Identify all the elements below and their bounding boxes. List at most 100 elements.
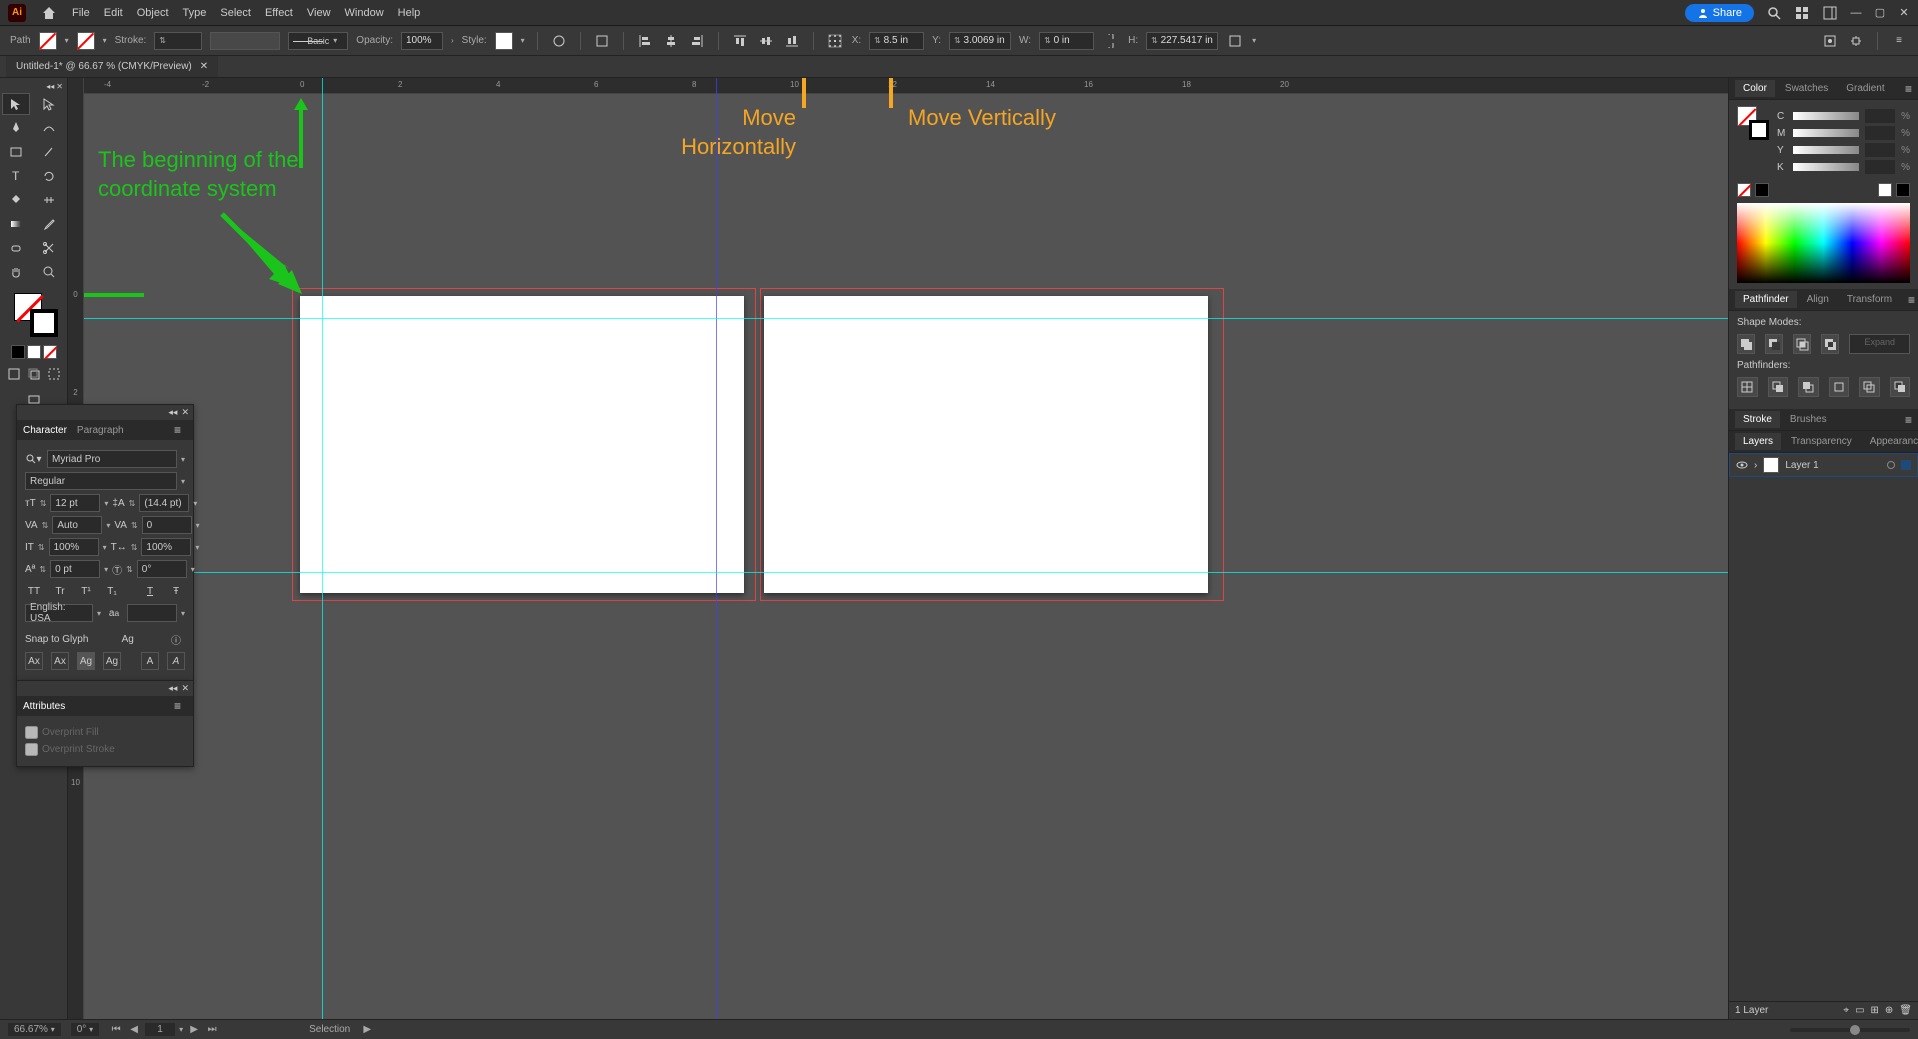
pf-exclude-icon[interactable] xyxy=(1821,334,1839,354)
canvas[interactable]: -4 -2 0 2 4 6 8 10 12 14 16 18 20 The be… xyxy=(84,78,1728,1019)
tab-transform[interactable]: Transform xyxy=(1839,291,1900,308)
y-input[interactable]: ⇅ 3.0069 in xyxy=(949,32,1011,50)
draw-normal-icon[interactable] xyxy=(5,365,23,383)
align-right-icon[interactable] xyxy=(688,32,706,50)
layers-new-sub-icon[interactable]: ⊞ xyxy=(1871,1005,1879,1016)
rotate-tool[interactable] xyxy=(35,165,63,187)
panel-collapse-icon[interactable]: ◂◂ xyxy=(168,407,177,418)
workspace-icon[interactable] xyxy=(1822,5,1838,21)
allcaps-icon[interactable]: TT xyxy=(25,582,43,600)
strikethrough-icon[interactable]: Ŧ xyxy=(167,582,185,600)
tab-stroke[interactable]: Stroke xyxy=(1735,411,1780,428)
black-swatch[interactable] xyxy=(1755,183,1769,197)
stroke-weight-input[interactable]: ⇅ xyxy=(154,32,202,50)
panel-menu-icon[interactable]: ≡ xyxy=(1899,82,1918,96)
anti-alias-icon[interactable]: aa xyxy=(105,604,123,622)
align-to-icon[interactable] xyxy=(593,32,611,50)
pf-outline-icon[interactable] xyxy=(1859,377,1880,397)
y-value[interactable] xyxy=(1865,143,1895,157)
paintbrush-tool[interactable] xyxy=(35,141,63,163)
layers-collect-icon[interactable]: ▭ xyxy=(1855,1005,1864,1016)
pf-minus-front-icon[interactable] xyxy=(1765,334,1783,354)
chevron-down-icon[interactable]: ▾ xyxy=(181,455,185,464)
chevron-down-icon[interactable]: ▾ xyxy=(521,36,525,45)
menu-effect[interactable]: Effect xyxy=(265,7,293,19)
none-swatch[interactable] xyxy=(1737,183,1751,197)
minimize-icon[interactable]: — xyxy=(1850,7,1862,19)
rotate-view[interactable]: 0° ▾ xyxy=(71,1023,99,1036)
tracking-input[interactable]: 0 xyxy=(142,516,192,534)
menu-file[interactable]: File xyxy=(72,7,90,19)
tab-gradient[interactable]: Gradient xyxy=(1838,80,1892,97)
align-left-icon[interactable] xyxy=(636,32,654,50)
layers-locate-icon[interactable]: ⌖ xyxy=(1843,1005,1849,1016)
panel-collapse-icon[interactable]: ◂◂ xyxy=(168,683,177,694)
layers-delete-icon[interactable]: 🗑 xyxy=(1899,1005,1912,1016)
tab-paragraph[interactable]: Paragraph xyxy=(77,425,124,436)
tab-color[interactable]: Color xyxy=(1735,80,1775,97)
align-bottom-icon[interactable] xyxy=(783,32,801,50)
menu-object[interactable]: Object xyxy=(137,7,169,19)
overprint-stroke-checkbox[interactable] xyxy=(25,743,38,756)
layers-new-icon[interactable]: ⊕ xyxy=(1885,1005,1893,1016)
menu-type[interactable]: Type xyxy=(183,7,207,19)
link-wh-icon[interactable] xyxy=(1102,32,1120,50)
w-input[interactable]: ⇅ 0 in xyxy=(1039,32,1094,50)
pf-merge-icon[interactable] xyxy=(1798,377,1819,397)
draw-inside-icon[interactable] xyxy=(45,365,63,383)
status-play-icon[interactable]: ▶ xyxy=(360,1023,374,1037)
zoom-level[interactable]: 66.67% ▾ xyxy=(8,1023,61,1036)
eraser-tool[interactable] xyxy=(2,237,30,259)
font-family-input[interactable]: Myriad Pro xyxy=(47,450,177,468)
chevron-down-icon[interactable]: ▾ xyxy=(65,36,69,45)
align-to-pixel-icon[interactable] xyxy=(1847,32,1865,50)
shape-props-icon[interactable] xyxy=(1226,32,1244,50)
swatch-white[interactable] xyxy=(27,345,41,359)
pf-unite-icon[interactable] xyxy=(1737,334,1755,354)
arrange-docs-icon[interactable] xyxy=(1794,5,1810,21)
menu-help[interactable]: Help xyxy=(398,7,421,19)
panel-close-icon[interactable]: ✕ xyxy=(181,683,189,694)
type-tool[interactable]: T xyxy=(2,165,30,187)
black-swatch[interactable] xyxy=(1896,183,1910,197)
tab-pathfinder[interactable]: Pathfinder xyxy=(1735,291,1797,308)
home-icon[interactable] xyxy=(40,4,58,22)
c-slider[interactable] xyxy=(1793,112,1859,120)
chevron-right-icon[interactable]: › xyxy=(1754,460,1757,471)
info-icon[interactable]: ⓘ xyxy=(167,630,185,648)
subscript-icon[interactable]: T₁ xyxy=(103,582,121,600)
prev-artboard-icon[interactable]: ◀ xyxy=(127,1023,141,1037)
fill-stroke-mini[interactable] xyxy=(1737,106,1769,140)
pf-crop-icon[interactable] xyxy=(1829,377,1850,397)
swatch-black[interactable] xyxy=(11,345,25,359)
leading-input[interactable]: (14.4 pt) xyxy=(139,494,189,512)
fill-stroke-control[interactable] xyxy=(10,289,58,337)
menu-view[interactable]: View xyxy=(307,7,331,19)
hscale-input[interactable]: 100% xyxy=(141,538,191,556)
layer-target-icon[interactable] xyxy=(1887,461,1895,469)
layer-row[interactable]: › Layer 1 xyxy=(1729,453,1918,477)
eyedropper-tool[interactable] xyxy=(35,213,63,235)
tab-brushes[interactable]: Brushes xyxy=(1782,411,1835,428)
curvature-tool[interactable] xyxy=(35,117,63,139)
anti-alias-select[interactable] xyxy=(127,604,177,622)
chevron-down-icon[interactable]: ▾ xyxy=(103,36,107,45)
k-value[interactable] xyxy=(1865,160,1895,174)
style-swatch[interactable] xyxy=(495,32,513,50)
snap-proximity-icon[interactable]: Ag xyxy=(103,652,121,670)
snap-glyph-bounds-icon[interactable]: Ag xyxy=(77,652,95,670)
menu-select[interactable]: Select xyxy=(220,7,251,19)
panel-menu-icon[interactable]: ≡ xyxy=(1902,293,1918,307)
toolbox-close-icon[interactable]: ✕ xyxy=(56,82,63,91)
k-slider[interactable] xyxy=(1793,163,1859,171)
brush-select[interactable]: Basic▾ xyxy=(288,32,348,50)
y-slider[interactable] xyxy=(1793,146,1859,154)
layer-name[interactable]: Layer 1 xyxy=(1785,460,1818,471)
align-center-h-icon[interactable] xyxy=(662,32,680,50)
search-icon[interactable] xyxy=(1766,5,1782,21)
tab-align[interactable]: Align xyxy=(1799,291,1837,308)
opacity-input[interactable]: 100% xyxy=(401,32,443,50)
first-artboard-icon[interactable]: ⏮ xyxy=(109,1023,123,1037)
m-slider[interactable] xyxy=(1793,129,1859,137)
last-artboard-icon[interactable]: ⏭ xyxy=(205,1023,219,1037)
